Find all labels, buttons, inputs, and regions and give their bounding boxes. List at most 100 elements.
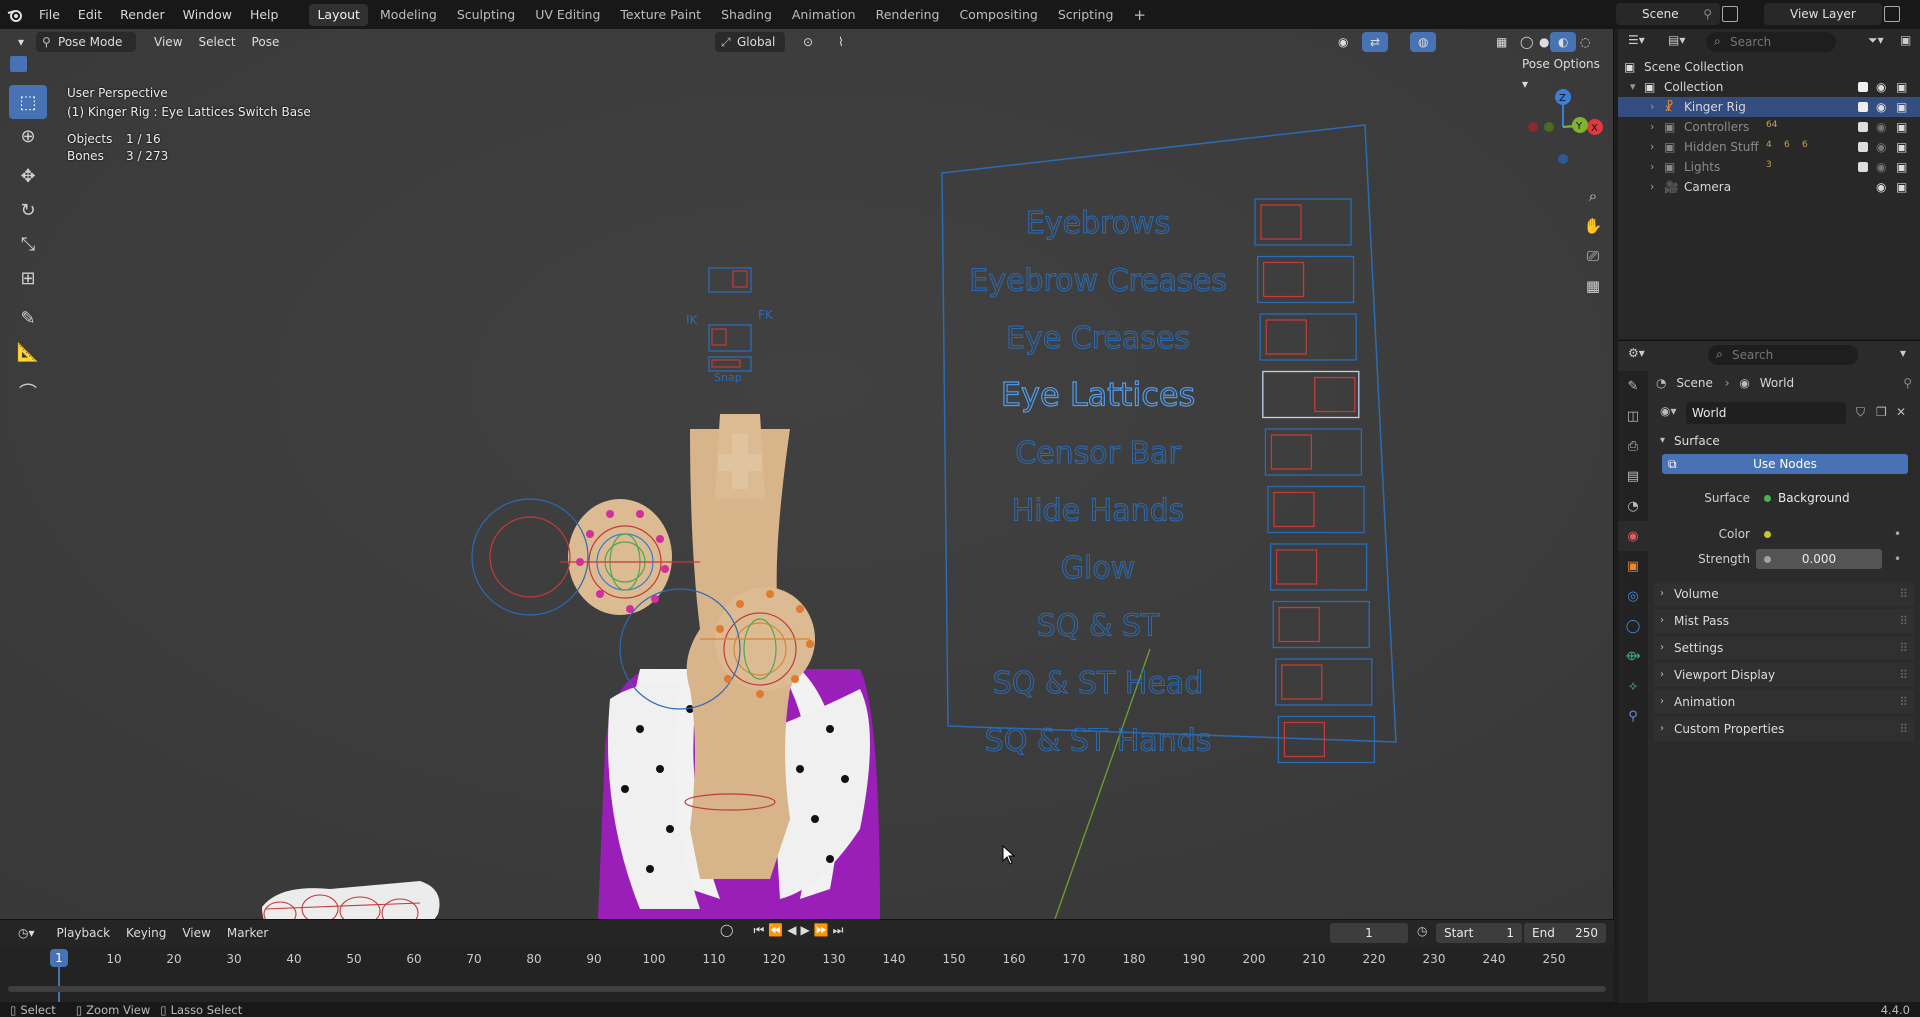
- panel-animation[interactable]: › Animation ⠿: [1654, 690, 1914, 714]
- measure-tool-icon[interactable]: 📐: [9, 335, 47, 369]
- cursor-tool-icon[interactable]: ⊕: [9, 119, 47, 153]
- next-keyframe-icon[interactable]: ⏩: [814, 923, 829, 938]
- eye-icon[interactable]: ◉: [1876, 77, 1886, 97]
- world-tab-icon[interactable]: ◉: [1618, 521, 1648, 551]
- pin-icon[interactable]: ⚲: [1703, 3, 1712, 25]
- properties-editor[interactable]: ⚙▾ ⌕ ▾ ✎ ◫ ⎙ ▤ ◔ ◉ ▣ ◎ ◯ ⟴ ⟡ ⚲ ◔ Scene ›…: [1618, 340, 1920, 1003]
- eye-icon[interactable]: ◉: [1876, 177, 1886, 197]
- strength-decorator-icon[interactable]: •: [1894, 552, 1901, 566]
- world-name-field[interactable]: World: [1686, 402, 1846, 424]
- workspace-tab-compositing[interactable]: Compositing: [951, 4, 1045, 26]
- chevron-right-icon[interactable]: ›: [1650, 137, 1654, 157]
- world-browse-icon[interactable]: ◉▾: [1660, 404, 1677, 418]
- select-extend-icon[interactable]: [29, 56, 46, 72]
- use-nodes-button[interactable]: ⧉ Use Nodes: [1662, 454, 1908, 474]
- world-datablock[interactable]: ◉▾ World ⛉ ❐ ✕: [1656, 402, 1914, 424]
- timeline-ruler[interactable]: 1102030405060708090100110120130140150160…: [0, 946, 1614, 1003]
- drag-handle-icon[interactable]: ⠿: [1899, 717, 1908, 741]
- fake-user-icon[interactable]: ⛉: [1856, 405, 1865, 420]
- jump-start-icon[interactable]: ⏮: [753, 923, 764, 938]
- duplicate-icon[interactable]: ❐: [1876, 405, 1887, 419]
- camera-render-icon[interactable]: ▣: [1896, 97, 1907, 117]
- camera-view-icon[interactable]: ⎚: [1580, 243, 1606, 269]
- new-view-layer-icon[interactable]: [1884, 6, 1900, 22]
- gizmo-toggle-icon[interactable]: ⇄: [1362, 32, 1389, 52]
- surface-shader-field[interactable]: Background: [1756, 488, 1882, 508]
- modifier-tab-icon[interactable]: ◎: [1618, 581, 1648, 611]
- chevron-right-icon[interactable]: ›: [1650, 177, 1654, 197]
- mode-dropdown[interactable]: ⚲ Pose Mode: [36, 32, 137, 52]
- perspective-toggle-icon[interactable]: ▦: [1580, 273, 1606, 299]
- camera-render-icon[interactable]: ▣: [1896, 177, 1907, 197]
- display-mode-icon[interactable]: ▤▾: [1668, 33, 1685, 47]
- workspace-tab-rendering[interactable]: Rendering: [868, 4, 948, 26]
- filter-icon[interactable]: ⏷▾: [1868, 33, 1884, 48]
- chevron-right-icon[interactable]: ›: [1650, 97, 1654, 117]
- menu-select[interactable]: Select: [191, 32, 244, 52]
- constraint-tab-icon[interactable]: ⟴: [1618, 641, 1648, 671]
- color-field[interactable]: [1756, 524, 1882, 544]
- properties-editor-type-icon[interactable]: ⚙▾: [1628, 346, 1645, 360]
- add-workspace-icon[interactable]: +: [1125, 4, 1154, 26]
- hidden-stuff-row[interactable]: › ▣ Hidden Stuff 4 6 6 ◉ ▣: [1618, 137, 1920, 157]
- breadcrumb-scene[interactable]: Scene: [1676, 376, 1713, 390]
- eye-icon[interactable]: ◉: [1876, 97, 1886, 117]
- drag-handle-icon[interactable]: ⠿: [1899, 582, 1908, 606]
- camera-row[interactable]: › 🎥 Camera ◉ ▣: [1618, 177, 1920, 197]
- scale-tool-icon[interactable]: ⤡: [9, 227, 47, 261]
- physics-tab-icon[interactable]: ◯: [1618, 611, 1648, 641]
- drag-handle-icon[interactable]: ⠿: [1899, 690, 1908, 714]
- end-frame-field[interactable]: End 250: [1524, 923, 1606, 943]
- properties-search[interactable]: ⌕: [1708, 345, 1858, 365]
- camera-render-icon[interactable]: ▣: [1896, 77, 1907, 97]
- data-tab-icon[interactable]: ⟡: [1618, 671, 1648, 701]
- shading-rendered-icon[interactable]: ◌: [1572, 32, 1598, 52]
- outliner-search-input[interactable]: [1730, 34, 1830, 50]
- transform-tool-icon[interactable]: ⊞: [9, 261, 47, 295]
- pin-icon[interactable]: ⚲: [1903, 373, 1912, 393]
- render-tab-icon[interactable]: ◫: [1618, 401, 1648, 431]
- kinger-rig-row[interactable]: › ☧ Kinger Rig ◉ ▣: [1618, 97, 1920, 117]
- timeline[interactable]: ◷▾ Playback Keying View Marker ◯ ⏮ ⏪ ◀ ▶…: [0, 919, 1614, 1003]
- pivot-icon[interactable]: ⊙: [795, 32, 821, 52]
- orientation-dropdown[interactable]: ⤢ Global: [715, 32, 785, 52]
- drag-handle-icon[interactable]: ⠿: [1899, 609, 1908, 633]
- menu-file[interactable]: File: [30, 0, 69, 29]
- menu-window[interactable]: Window: [174, 0, 241, 29]
- new-scene-icon[interactable]: [1722, 6, 1738, 22]
- workspace-tab-uv-editing[interactable]: UV Editing: [527, 4, 608, 26]
- select-new-icon[interactable]: [10, 56, 27, 72]
- visibility-icon[interactable]: ◉: [1330, 32, 1356, 52]
- 3d-viewport[interactable]: Eyebrows Eyebrow Creases Eye Creases Eye La…: [0, 29, 1614, 919]
- menu-render[interactable]: Render: [111, 0, 174, 29]
- playhead[interactable]: 1: [50, 949, 68, 967]
- menu-pose[interactable]: Pose: [244, 32, 288, 52]
- close-icon[interactable]: ✕: [1896, 405, 1906, 419]
- chevron-down-icon[interactable]: ▾: [1900, 346, 1906, 360]
- exclude-checkbox[interactable]: [1858, 82, 1868, 92]
- workspace-tab-layout[interactable]: Layout: [309, 3, 368, 26]
- editor-type-icon[interactable]: ▾: [10, 32, 32, 52]
- overlay-icon[interactable]: ◍: [1410, 32, 1437, 52]
- prev-keyframe-icon[interactable]: ⏪: [768, 923, 783, 938]
- panel-settings[interactable]: › Settings ⠿: [1654, 636, 1914, 660]
- clock-icon[interactable]: ◷: [1417, 924, 1427, 938]
- select-subtract-icon[interactable]: [48, 56, 65, 72]
- play-reverse-icon[interactable]: ◀: [787, 923, 796, 938]
- strength-field[interactable]: 0.000: [1756, 549, 1882, 569]
- camera-render-icon[interactable]: ▣: [1896, 137, 1907, 157]
- chevron-right-icon[interactable]: ›: [1650, 117, 1654, 137]
- panel-mist-pass[interactable]: › Mist Pass ⠿: [1654, 609, 1914, 633]
- menu-marker[interactable]: Marker: [219, 923, 276, 943]
- timeline-scrollbar[interactable]: [8, 986, 1606, 992]
- menu-help[interactable]: Help: [241, 0, 288, 29]
- move-tool-icon[interactable]: ✥: [9, 159, 47, 193]
- relax-tool-icon[interactable]: ⌒: [9, 375, 47, 409]
- zoom-icon[interactable]: ⌕: [1580, 183, 1606, 209]
- rotate-tool-icon[interactable]: ↻: [9, 193, 47, 227]
- timeline-editor-type-icon[interactable]: ◷▾: [10, 923, 43, 943]
- outliner-editor-type-icon[interactable]: ☰▾: [1628, 33, 1645, 47]
- scene-tab-icon[interactable]: ◔: [1618, 491, 1648, 521]
- object-tab-icon[interactable]: ▣: [1618, 551, 1648, 581]
- bone-tab-icon[interactable]: ⚲: [1618, 701, 1648, 731]
